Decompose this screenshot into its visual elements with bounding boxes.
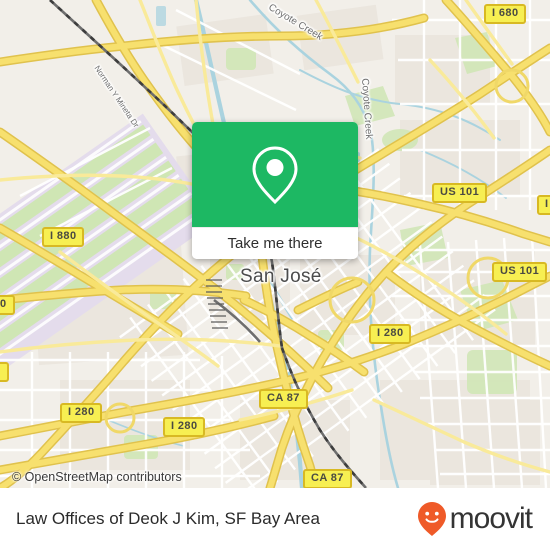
footer-bar: Law Offices of Deok J Kim, SF Bay Area m… xyxy=(0,488,550,550)
moovit-logo[interactable]: moovit xyxy=(417,501,533,537)
highway-shield-edge-c[interactable]: I xyxy=(537,195,550,215)
moovit-smiley-pin-icon xyxy=(417,502,446,536)
highway-shield-i680[interactable]: I 680 xyxy=(484,4,527,24)
moovit-wordmark: moovit xyxy=(449,502,533,535)
highway-shield-i880[interactable]: I 880 xyxy=(42,227,85,247)
osm-attribution[interactable]: © OpenStreetMap contributors xyxy=(0,470,182,484)
highway-shield-edge-a[interactable]: 0 xyxy=(0,295,15,315)
highway-shield-us101-b[interactable]: US 101 xyxy=(492,262,548,282)
highway-shield-i280-right[interactable]: I 280 xyxy=(369,324,412,344)
map-pin-icon xyxy=(252,145,298,204)
callout-icon-area xyxy=(192,122,358,227)
place-title: Law Offices of Deok J Kim, SF Bay Area xyxy=(16,509,320,528)
highway-shield-i280-left[interactable]: I 280 xyxy=(60,403,103,423)
map-screenshot: San José Coyote Creek Coyote Creek Norma… xyxy=(0,0,550,550)
location-callout-card[interactable]: Take me there xyxy=(192,122,358,259)
highway-shield-i280-mid[interactable]: I 280 xyxy=(163,417,206,437)
map-canvas[interactable]: San José Coyote Creek Coyote Creek Norma… xyxy=(0,0,550,488)
highway-shield-edge-b[interactable]: 0 xyxy=(0,362,9,382)
take-me-there-button[interactable]: Take me there xyxy=(192,227,358,259)
highway-shield-ca87-a[interactable]: CA 87 xyxy=(259,389,308,409)
highway-shield-us101-a[interactable]: US 101 xyxy=(432,183,488,203)
highway-shield-ca87-b[interactable]: CA 87 xyxy=(303,469,352,488)
